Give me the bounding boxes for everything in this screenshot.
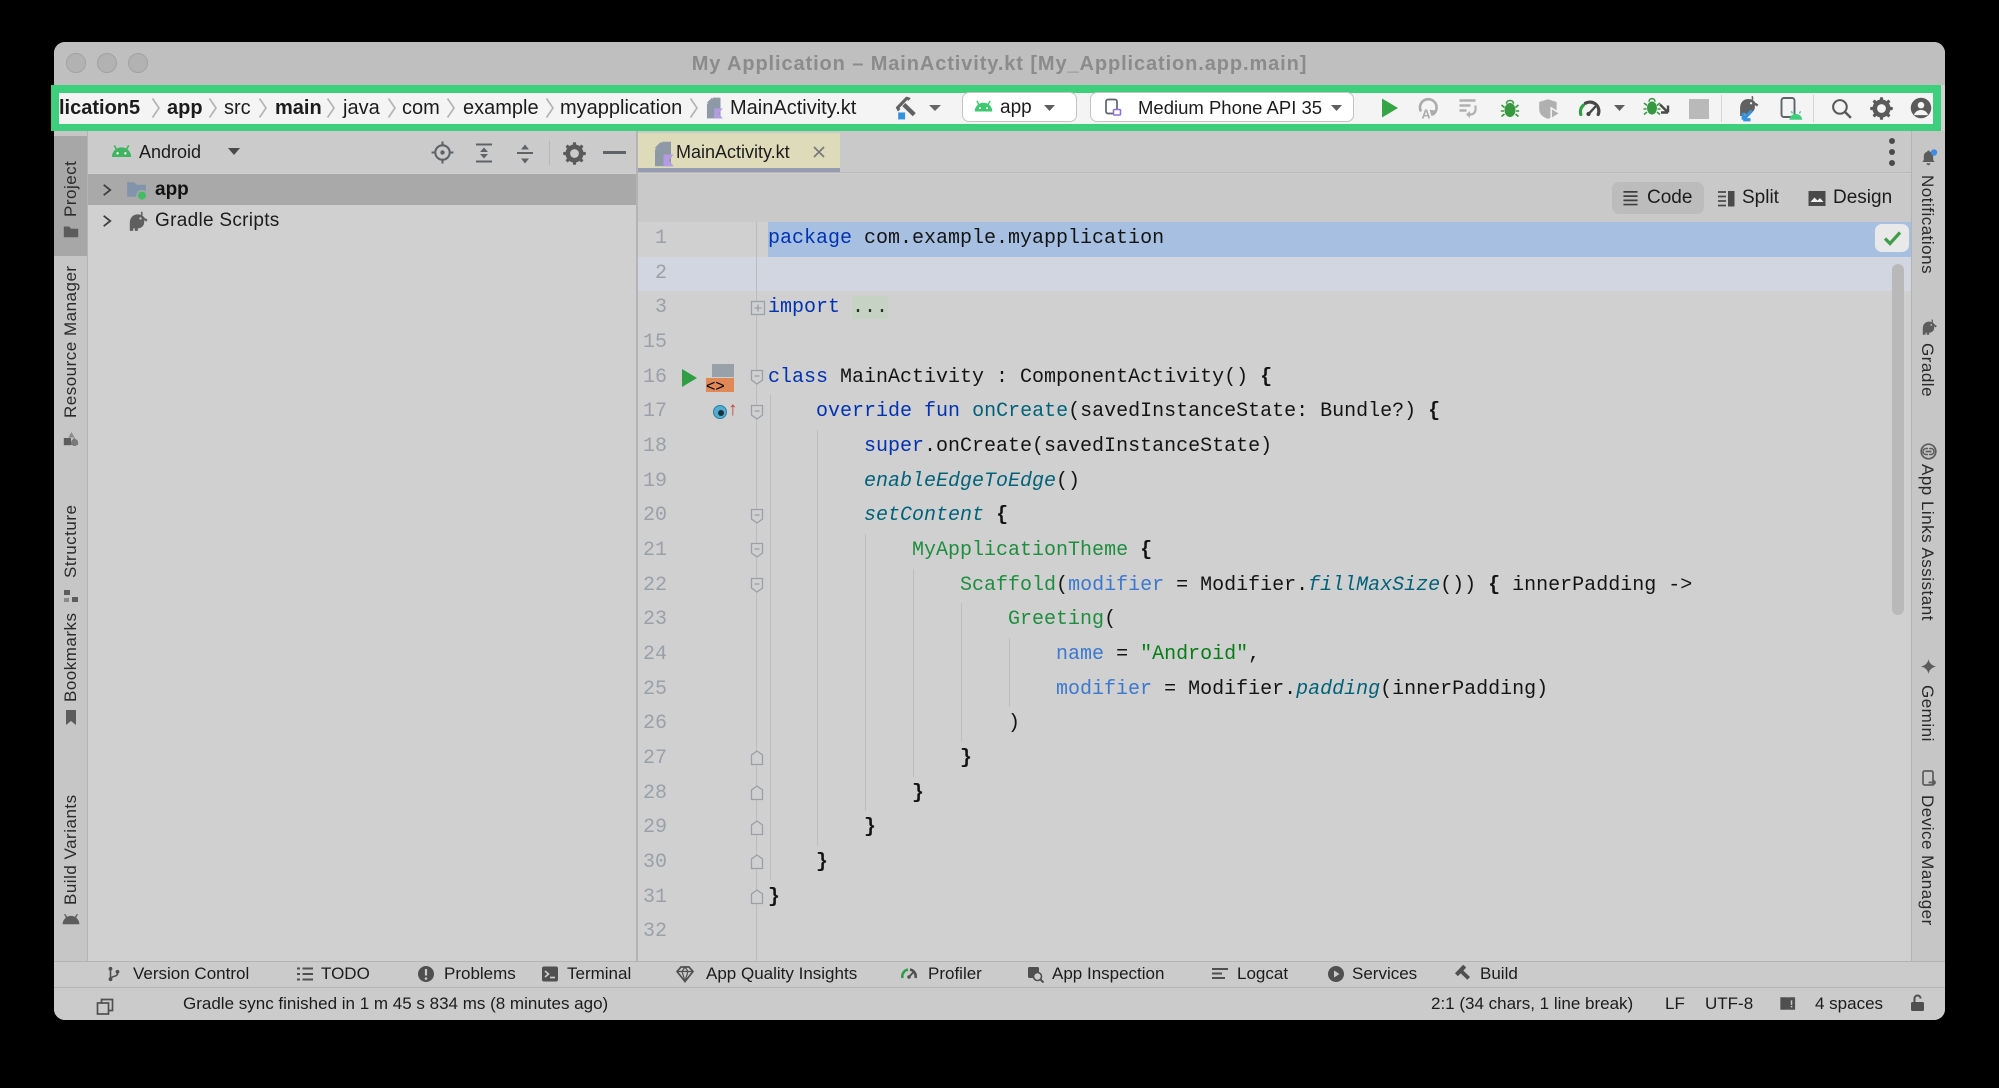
svg-text:A: A <box>1422 108 1431 121</box>
